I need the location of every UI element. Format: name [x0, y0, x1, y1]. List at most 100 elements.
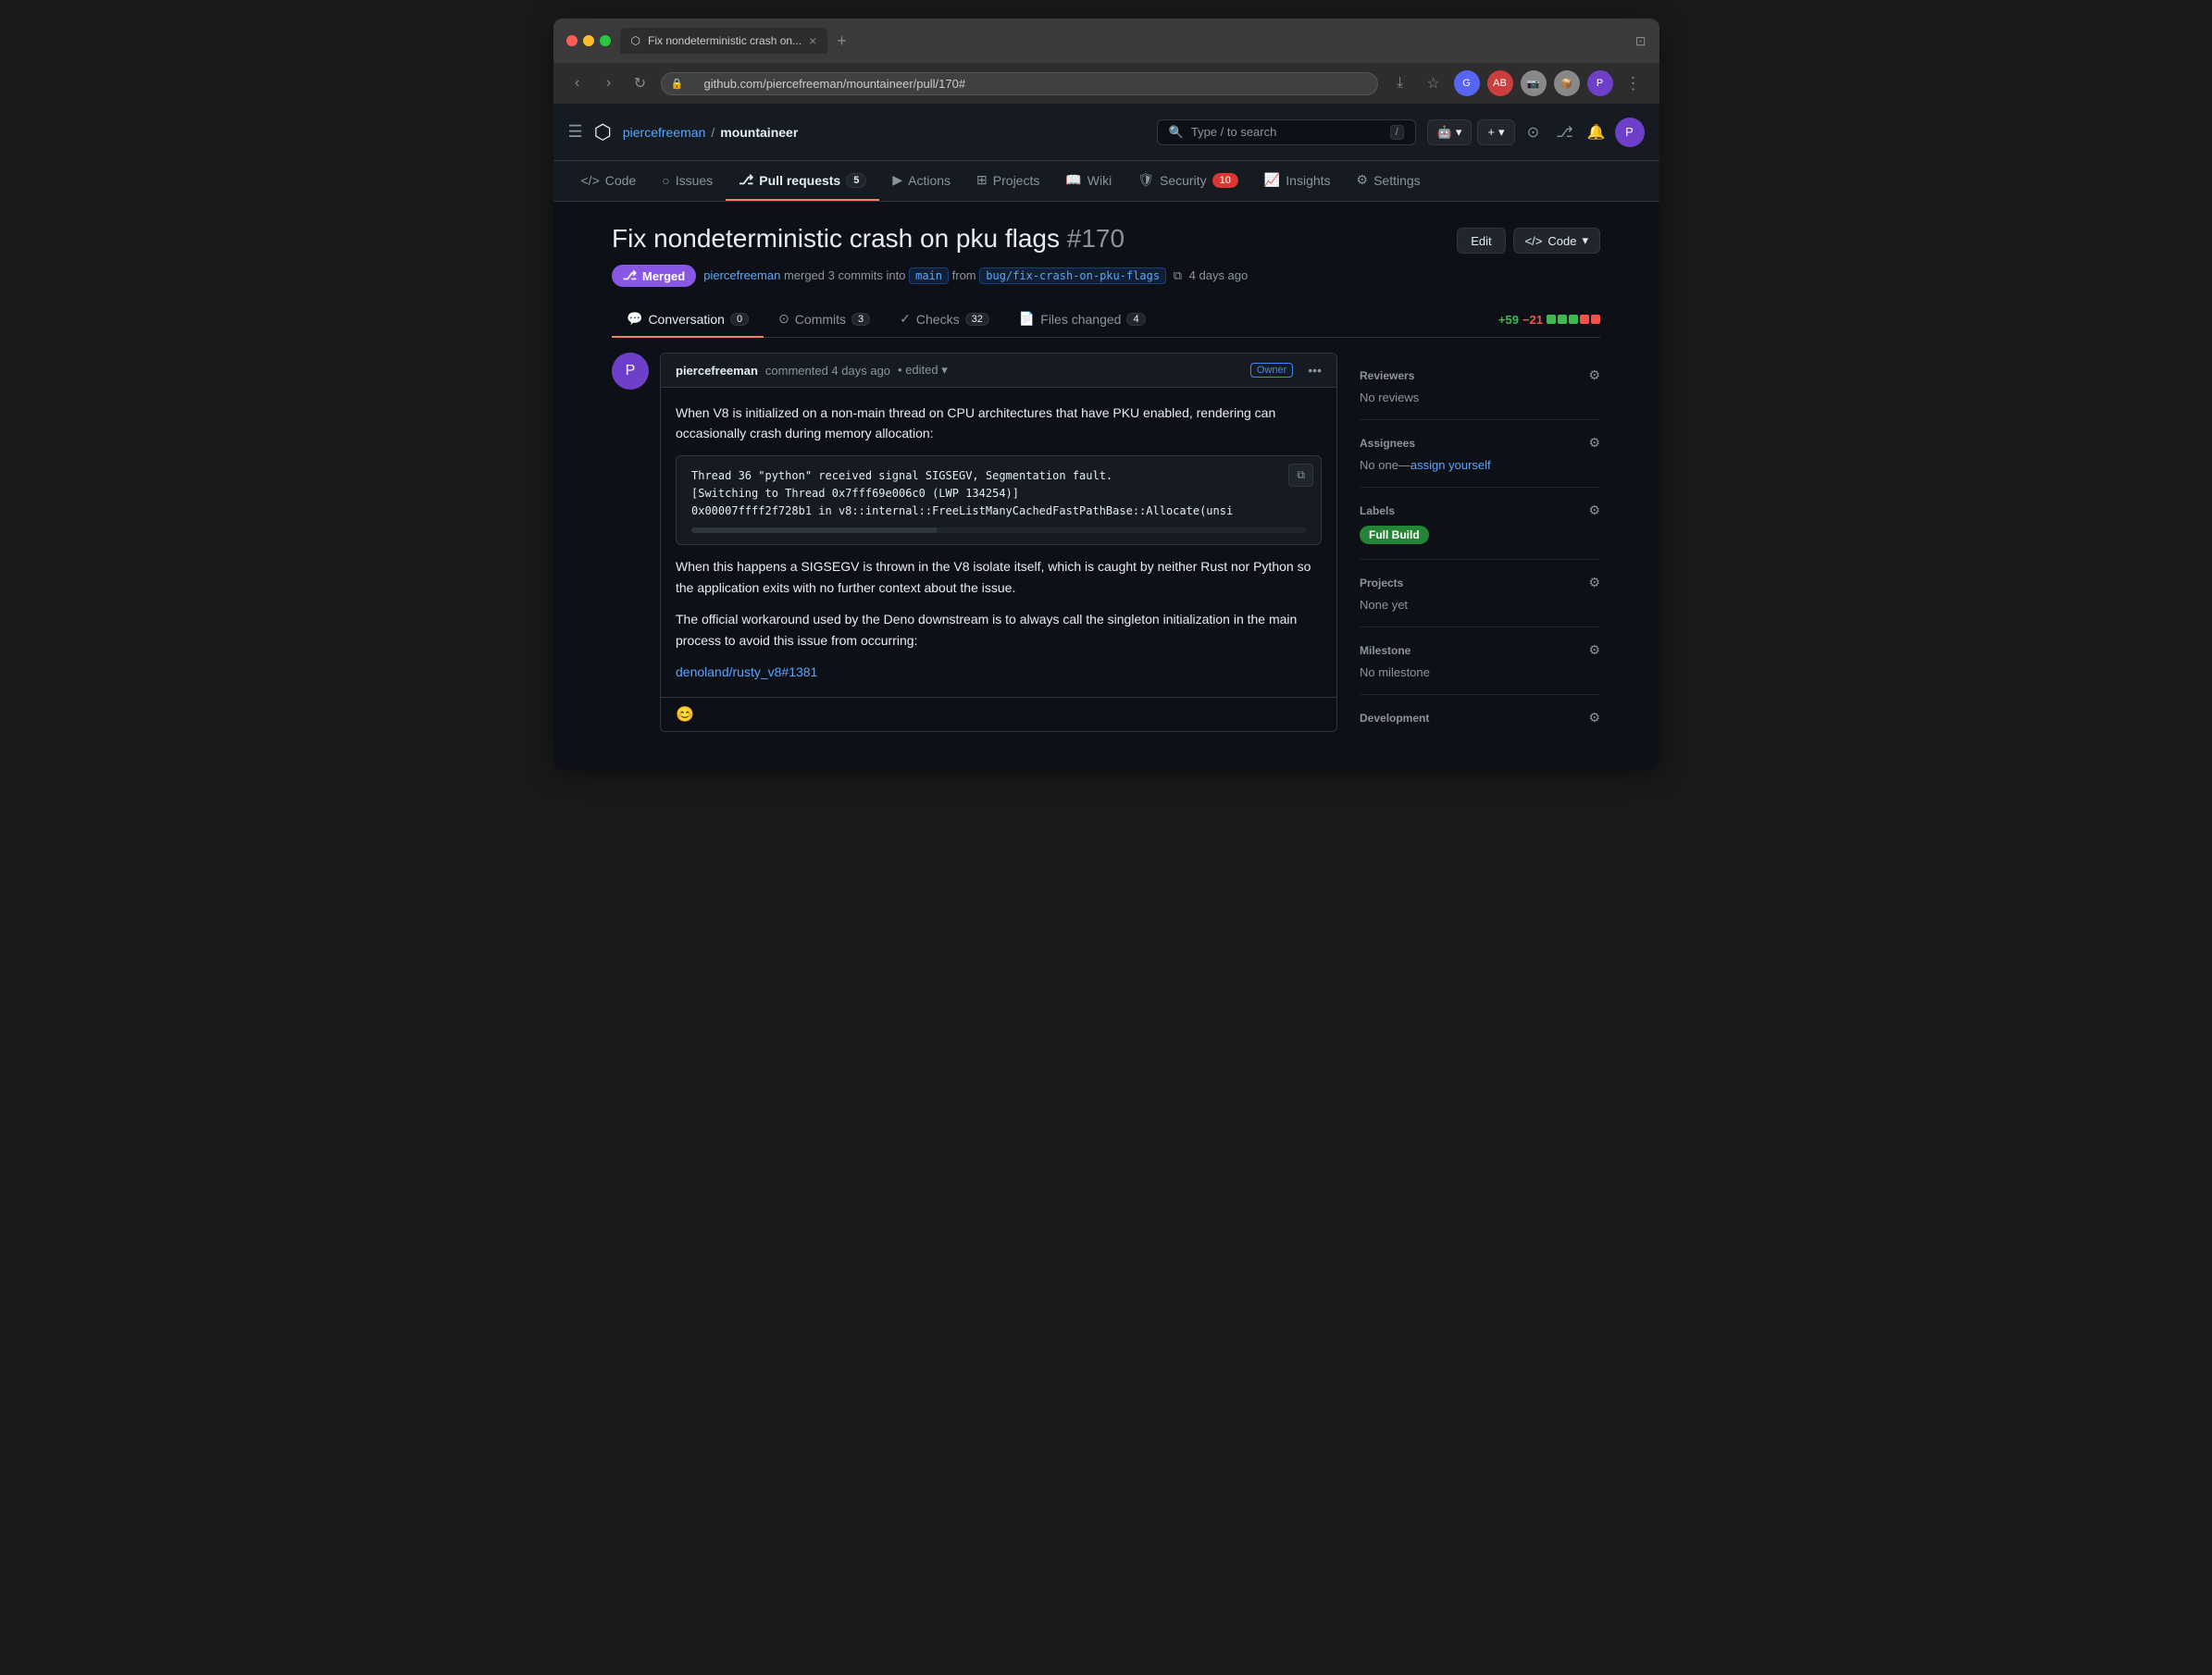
forward-button[interactable]: › — [598, 75, 620, 92]
url-text: github.com/piercefreeman/mountaineer/pul… — [704, 77, 966, 91]
sidebar-labels-title: Labels — [1360, 504, 1395, 517]
maximize-dot[interactable] — [600, 35, 611, 46]
browser-tab[interactable]: ⬡ Fix nondeterministic crash on... × — [620, 28, 828, 54]
edited-dropdown-icon[interactable]: ▾ — [941, 363, 948, 377]
extension-avatar-1[interactable]: G — [1454, 70, 1480, 96]
copilot-button[interactable]: 🤖 ▾ — [1427, 119, 1473, 145]
repo-nav-insights[interactable]: 📈 Insights — [1251, 161, 1344, 201]
files-count-badge: 4 — [1126, 313, 1145, 326]
hamburger-menu-button[interactable]: ☰ — [568, 122, 583, 142]
repo-nav-wiki[interactable]: 📖 Wiki — [1052, 161, 1125, 201]
code-line-2: [Switching to Thread 0x7fff69e006c0 (LWP… — [691, 485, 1306, 502]
repo-nav-projects[interactable]: ⊞ Projects — [963, 161, 1052, 201]
global-search[interactable]: 🔍 Type / to search / — [1157, 119, 1416, 145]
tab-files-changed[interactable]: 📄 Files changed 4 — [1004, 302, 1161, 338]
repo-nav-code[interactable]: </> Code — [568, 162, 650, 201]
conversation-tab-label: Conversation — [648, 312, 725, 327]
address-bar[interactable]: 🔒 github.com/piercefreeman/mountaineer/p… — [661, 72, 1378, 95]
assign-yourself-link[interactable]: assign yourself — [1410, 458, 1491, 472]
pr-meta: piercefreeman merged 3 commits into main… — [703, 268, 1248, 283]
issues-nav-label: Issues — [676, 173, 713, 188]
code-nav-label: Code — [605, 173, 636, 188]
milestone-gear-icon[interactable]: ⚙ — [1588, 642, 1600, 658]
user-avatar-nav[interactable]: P — [1615, 118, 1645, 147]
tab-checks[interactable]: ✓ Checks 32 — [885, 302, 1004, 338]
emoji-reaction-button[interactable]: 😊 — [676, 705, 694, 724]
repo-nav-settings[interactable]: ⚙ Settings — [1344, 161, 1434, 201]
copy-branch-icon[interactable]: ⧉ — [1174, 268, 1182, 282]
code-icon: </> — [581, 173, 600, 188]
comment-author[interactable]: piercefreeman — [676, 364, 758, 378]
download-icon[interactable]: ⤓ — [1387, 70, 1413, 96]
owner-badge: Owner — [1250, 363, 1293, 378]
notifications-icon[interactable]: 🔔 — [1584, 119, 1609, 145]
sidebar-reviewers: Reviewers ⚙ No reviews — [1360, 353, 1600, 420]
settings-nav-label: Settings — [1373, 173, 1421, 188]
sidebar-assignees: Assignees ⚙ No one—assign yourself — [1360, 420, 1600, 488]
new-tab-button[interactable]: + — [837, 31, 847, 51]
github-logo[interactable]: ⬡ — [594, 120, 612, 144]
copilot-icon: 🤖 — [1437, 125, 1452, 140]
tab-conversation[interactable]: 💬 Conversation 0 — [612, 302, 764, 338]
repo-nav-security[interactable]: 🛡 Security 10 — [1125, 161, 1251, 201]
sidebar-projects-title: Projects — [1360, 577, 1403, 589]
development-gear-icon[interactable]: ⚙ — [1588, 710, 1600, 726]
reviewers-gear-icon[interactable]: ⚙ — [1588, 367, 1600, 383]
minimize-dot[interactable] — [583, 35, 594, 46]
full-build-label[interactable]: Full Build — [1360, 526, 1429, 544]
pr-conversation: P piercefreeman commented 4 days ago • e… — [612, 353, 1337, 748]
sidebar-labels: Labels ⚙ Full Build — [1360, 488, 1600, 560]
comment-box: piercefreeman commented 4 days ago • edi… — [660, 353, 1337, 732]
sidebar-reviewers-value: No reviews — [1360, 391, 1600, 404]
code-copy-button[interactable]: ⧉ — [1288, 464, 1313, 487]
security-icon: 🛡 — [1137, 172, 1154, 188]
new-item-button[interactable]: + ▾ — [1477, 119, 1514, 145]
code-button[interactable]: </> Code ▾ — [1513, 228, 1600, 254]
edit-button[interactable]: Edit — [1457, 228, 1505, 254]
sidebar-milestone: Milestone ⚙ No milestone — [1360, 627, 1600, 695]
star-icon[interactable]: ☆ — [1421, 70, 1447, 96]
projects-gear-icon[interactable]: ⚙ — [1588, 575, 1600, 590]
repo-nav-pull-requests[interactable]: ⎇ Pull requests 5 — [726, 161, 879, 201]
browser-menu-icon[interactable]: ⋮ — [1621, 70, 1647, 96]
pull-requests-nav-icon[interactable]: ⎇ — [1552, 119, 1578, 145]
pr-title-text: Fix nondeterministic crash on pku flags — [612, 224, 1060, 253]
repo-nav-actions[interactable]: ▶ Actions — [879, 161, 963, 201]
browser-addressbar: ‹ › ↻ 🔒 github.com/piercefreeman/mountai… — [553, 63, 1659, 104]
pr-target-branch[interactable]: main — [909, 267, 949, 284]
extension-avatar-3[interactable]: 📷 — [1521, 70, 1547, 96]
refresh-button[interactable]: ↻ — [629, 74, 652, 93]
comment-menu-button[interactable]: ••• — [1308, 363, 1322, 378]
breadcrumb-repo-link[interactable]: mountaineer — [720, 125, 798, 140]
extension-avatar-4[interactable]: 📦 — [1554, 70, 1580, 96]
breadcrumb: piercefreeman / mountaineer — [623, 125, 798, 140]
pr-source-branch[interactable]: bug/fix-crash-on-pku-flags — [979, 267, 1166, 284]
issues-inbox-icon[interactable]: ⊙ — [1521, 119, 1547, 145]
diff-stats: +59 −21 — [1498, 313, 1600, 327]
comment-link[interactable]: denoland/rusty_v8#1381 — [676, 664, 817, 679]
assignees-gear-icon[interactable]: ⚙ — [1588, 435, 1600, 451]
commenter-avatar: P — [612, 353, 649, 390]
comment-edited-indicator: • edited ▾ — [898, 363, 948, 378]
labels-gear-icon[interactable]: ⚙ — [1588, 502, 1600, 518]
sidebar-projects-header: Projects ⚙ — [1360, 575, 1600, 590]
breadcrumb-user-link[interactable]: piercefreeman — [623, 125, 706, 140]
diff-bar-1 — [1547, 315, 1556, 324]
back-button[interactable]: ‹ — [566, 75, 589, 92]
code-scrollbar[interactable] — [691, 527, 1306, 533]
browser-expand-icon[interactable]: ⊡ — [1635, 33, 1647, 49]
search-placeholder: Type / to search — [1191, 125, 1277, 139]
code-line-1: Thread 36 "python" received signal SIGSE… — [691, 467, 1306, 485]
insights-icon: 📈 — [1264, 172, 1280, 188]
sidebar-development-header: Development ⚙ — [1360, 710, 1600, 726]
close-dot[interactable] — [566, 35, 578, 46]
merged-label: Merged — [642, 269, 685, 283]
profile-avatar[interactable]: P — [1587, 70, 1613, 96]
commits-tab-icon: ⊙ — [778, 311, 789, 327]
repo-nav-issues[interactable]: ○ Issues — [649, 162, 726, 201]
pr-author-link[interactable]: piercefreeman — [703, 268, 780, 282]
sidebar-milestone-title: Milestone — [1360, 644, 1410, 657]
extension-avatar-2[interactable]: AB — [1487, 70, 1513, 96]
tab-close-button[interactable]: × — [809, 33, 816, 48]
tab-commits[interactable]: ⊙ Commits 3 — [764, 302, 885, 338]
